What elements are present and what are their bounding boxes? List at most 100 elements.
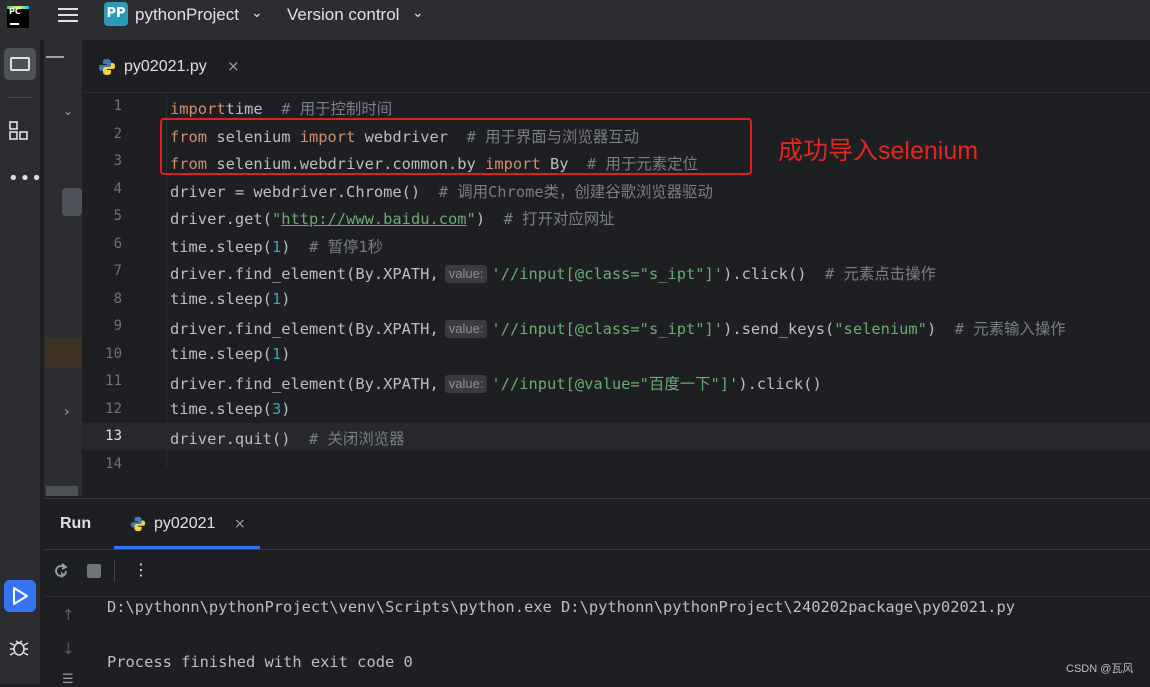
code-line[interactable]: driver.find_element(By.XPATH, value: '//in… xyxy=(170,262,936,284)
arrow-up-icon[interactable]: ↑ xyxy=(62,606,75,624)
logo-text: PC xyxy=(9,7,21,16)
line-number[interactable]: 3 xyxy=(82,153,122,169)
line-number[interactable]: 2 xyxy=(82,126,122,142)
scrollbar-thumb[interactable] xyxy=(62,188,82,216)
code-token: 1 xyxy=(271,289,282,308)
code-token: # 元素输入操作 xyxy=(954,320,1066,338)
run-tab[interactable]: py02021 xyxy=(154,515,215,533)
chevron-right-icon[interactable]: › xyxy=(64,404,70,420)
code-token: ) xyxy=(926,320,955,338)
horizontal-scrollbar[interactable] xyxy=(46,486,78,496)
collapse-icon[interactable] xyxy=(46,56,64,58)
more-icon[interactable]: ••• xyxy=(8,168,43,189)
arrow-down-icon[interactable]: ↓ xyxy=(62,640,75,658)
watermark: CSDN @瓦风 xyxy=(1066,663,1134,675)
parameter-hint: value: xyxy=(444,375,488,393)
line-number[interactable]: 1 xyxy=(82,98,122,114)
code-token: time.sleep( xyxy=(170,399,272,418)
code-token: ).click() xyxy=(723,265,826,283)
divider xyxy=(44,549,1150,550)
code-line[interactable]: time.sleep(1) xyxy=(170,290,291,308)
code-line[interactable]: driver.find_element(By.XPATH, value: '//in… xyxy=(170,372,822,394)
code-token: # 元素点击操作 xyxy=(825,265,936,283)
code-line[interactable]: time.sleep(1) xyxy=(170,345,291,363)
code-token: driver = webdriver.Chrome() xyxy=(170,182,439,201)
chevron-down-icon[interactable]: ⌄ xyxy=(251,5,263,21)
editor-tab-bar xyxy=(82,40,1150,93)
line-number[interactable]: 13 xyxy=(82,428,122,444)
line-number[interactable]: 12 xyxy=(82,401,122,417)
project-name-dropdown[interactable]: pythonProject xyxy=(135,5,239,25)
code-token: # 暂停1秒 xyxy=(309,237,384,256)
main-menu-icon[interactable] xyxy=(56,4,80,28)
divider xyxy=(114,560,115,582)
console-line: D:\pythonn\pythonProject\venv\Scripts\py… xyxy=(107,598,1016,616)
python-icon xyxy=(130,516,146,536)
project-badge[interactable]: PP xyxy=(104,2,128,26)
line-number[interactable]: 11 xyxy=(82,373,122,389)
code-token: time.sleep( xyxy=(170,237,272,256)
soft-wrap-icon[interactable]: ☰ xyxy=(62,672,74,687)
code-token: ) xyxy=(281,237,310,256)
code-token: time xyxy=(225,100,282,118)
code-token: ) xyxy=(475,210,504,228)
close-icon[interactable]: × xyxy=(227,57,240,75)
line-number[interactable]: 8 xyxy=(82,291,122,307)
code-token: ) xyxy=(281,399,291,418)
code-token: 1 xyxy=(271,237,282,256)
parameter-hint: value: xyxy=(444,265,488,283)
chevron-down-icon[interactable]: ⌄ xyxy=(412,5,424,21)
pycharm-logo-icon[interactable]: PC xyxy=(7,6,29,28)
code-line[interactable]: driver.find_element(By.XPATH, value: '//in… xyxy=(170,317,1066,339)
code-token: ).click() xyxy=(738,375,822,393)
code-token: ) xyxy=(281,344,291,363)
line-number[interactable]: 7 xyxy=(82,263,122,279)
line-number[interactable]: 4 xyxy=(82,181,122,197)
more-options-icon[interactable]: ⋮ xyxy=(133,560,149,579)
folder-icon[interactable] xyxy=(4,48,36,80)
code-line[interactable]: time.sleep(1) # 暂停1秒 xyxy=(170,235,383,257)
code-token: time.sleep( xyxy=(170,344,272,363)
line-number[interactable]: 10 xyxy=(82,346,122,362)
stop-icon[interactable] xyxy=(87,564,101,578)
annotation-highlight-box xyxy=(160,118,752,175)
code-line[interactable]: driver = webdriver.Chrome() # 调用Chrome类，… xyxy=(170,180,713,202)
code-token: # 打开对应网址 xyxy=(503,210,615,228)
code-token: 3 xyxy=(271,399,282,418)
close-icon[interactable]: × xyxy=(234,516,246,532)
bug-icon[interactable] xyxy=(8,636,30,663)
run-icon[interactable] xyxy=(4,580,36,612)
code-line[interactable]: time.sleep(3) xyxy=(170,400,291,418)
code-line[interactable]: driver.quit() # 关闭浏览器 xyxy=(170,427,405,449)
code-token: ).send_keys( xyxy=(723,320,835,338)
line-number[interactable]: 6 xyxy=(82,236,122,252)
code-token: # 用于控制时间 xyxy=(281,100,393,118)
code-token: # 关闭浏览器 xyxy=(309,430,405,448)
code-token: time.sleep( xyxy=(170,289,272,308)
tab-file-name[interactable]: py02021.py xyxy=(124,58,207,76)
version-control-dropdown[interactable]: Version control xyxy=(287,5,399,25)
code-token: '//input[@class="s_ipt"]' xyxy=(491,320,724,338)
code-line[interactable]: driver.get("http://www.baidu.com") # 打开对… xyxy=(170,207,615,229)
code-token: ) xyxy=(281,289,291,308)
code-token: "selenium" xyxy=(834,320,927,338)
code-token: # 调用Chrome类，创建谷歌浏览器驱动 xyxy=(438,182,713,201)
selected-row-highlight xyxy=(46,338,82,368)
code-token: '//input[@class="s_ipt"]' xyxy=(491,265,724,283)
rerun-icon[interactable] xyxy=(52,562,70,585)
code-token: driver.find_element(By.XPATH, xyxy=(170,375,439,393)
divider xyxy=(44,596,1150,597)
annotation-text: 成功导入selenium xyxy=(778,137,979,165)
line-number[interactable]: 9 xyxy=(82,318,122,334)
structure-icon[interactable] xyxy=(8,120,32,144)
code-token: 1 xyxy=(271,344,282,363)
code-token: driver.find_element(By.XPATH, xyxy=(170,265,439,283)
code-line[interactable]: importtime # 用于控制时间 xyxy=(170,97,392,119)
line-number[interactable]: 5 xyxy=(82,208,122,224)
code-token: driver.get( xyxy=(170,210,272,228)
line-number[interactable]: 14 xyxy=(82,456,122,472)
parameter-hint: value: xyxy=(444,320,488,338)
code-token: " xyxy=(271,210,282,228)
code-token: " xyxy=(466,210,476,228)
chevron-down-icon[interactable]: ⌄ xyxy=(63,104,73,118)
